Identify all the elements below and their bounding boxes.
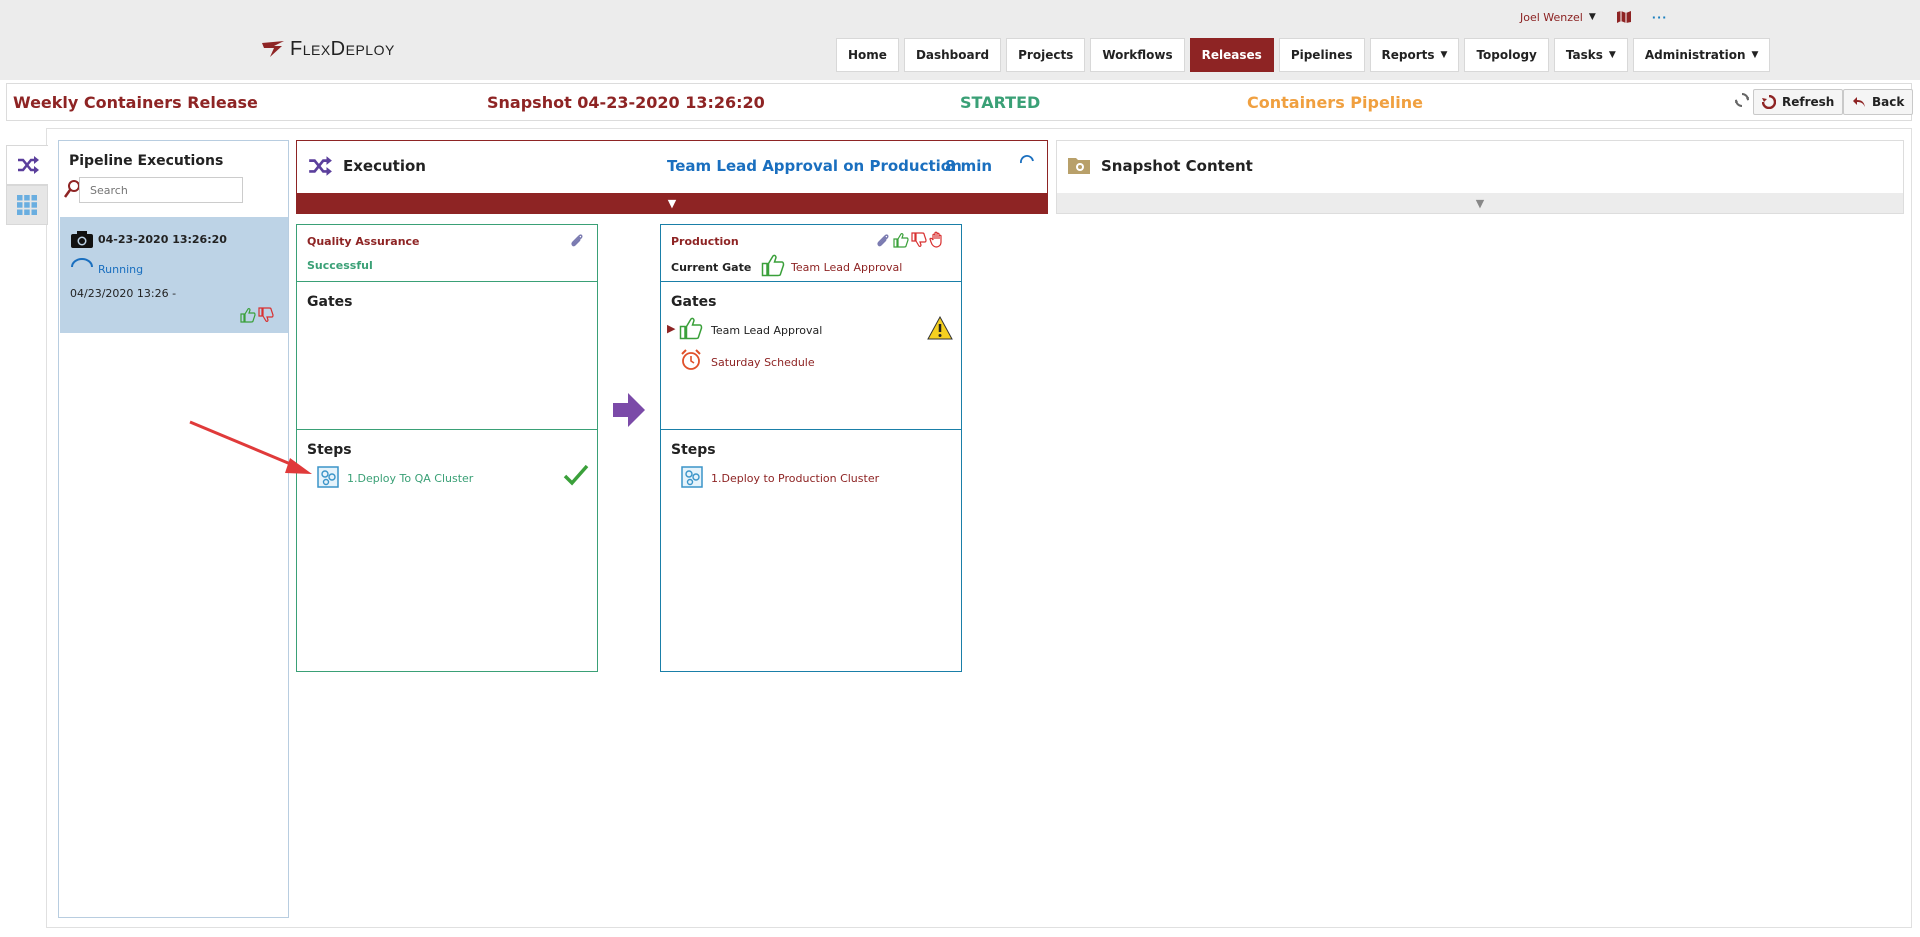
pipeline-executions-panel: Pipeline Executions 04-23-2020 13:26:20 … bbox=[58, 140, 289, 918]
nav-pipelines[interactable]: Pipelines bbox=[1278, 38, 1365, 72]
execution-label: Execution bbox=[343, 157, 426, 175]
execution-header: Execution Team Lead Approval on Producti… bbox=[296, 140, 1048, 214]
tab-grid-view[interactable] bbox=[6, 185, 48, 225]
thumbs-up-icon[interactable] bbox=[240, 307, 256, 323]
back-button[interactable]: Back bbox=[1843, 89, 1914, 115]
thumbs-up-icon bbox=[679, 317, 703, 340]
paperclip-icon[interactable] bbox=[875, 233, 891, 249]
shuffle-icon bbox=[309, 156, 332, 176]
grid-icon bbox=[17, 195, 37, 215]
warning-icon bbox=[927, 316, 953, 340]
execution-item[interactable]: 04-23-2020 13:26:20 Running 04/23/2020 1… bbox=[60, 217, 288, 333]
stage-name: Quality Assurance bbox=[307, 235, 420, 248]
stage-name: Production bbox=[671, 235, 739, 248]
stage-quality-assurance: Quality Assurance Successful Gates Steps… bbox=[296, 224, 598, 672]
chevron-down-icon: ▼ bbox=[1440, 50, 1448, 60]
nav-releases[interactable]: Releases bbox=[1189, 38, 1274, 72]
back-arrow-icon bbox=[1853, 97, 1865, 107]
stage-steps-section: Steps 1.Deploy To QA Cluster bbox=[297, 429, 597, 671]
snapshot-content-label: Snapshot Content bbox=[1101, 157, 1253, 175]
more-dots-icon[interactable]: ··· bbox=[1652, 11, 1668, 24]
gates-title: Gates bbox=[307, 294, 353, 310]
user-menu[interactable]: Joel Wenzel ▼ ··· bbox=[1520, 10, 1667, 24]
annotation-arrow bbox=[189, 420, 312, 474]
stage-steps-section: Steps 1.Deploy to Production Cluster bbox=[661, 429, 961, 671]
chevron-down-icon: ▼ bbox=[1751, 50, 1759, 60]
checkmark-icon bbox=[563, 464, 589, 486]
gate-name[interactable]: Saturday Schedule bbox=[711, 356, 815, 369]
stage-flow-arrow bbox=[613, 393, 645, 427]
chevron-down-icon: ▼ bbox=[1588, 12, 1596, 22]
step-name[interactable]: 1.Deploy To QA Cluster bbox=[347, 472, 473, 485]
alarm-clock-icon bbox=[681, 349, 701, 370]
camera-icon bbox=[71, 231, 93, 248]
nav-reports[interactable]: Reports ▼ bbox=[1369, 38, 1460, 72]
nav-tasks[interactable]: Tasks ▼ bbox=[1553, 38, 1628, 72]
spinner-icon bbox=[71, 258, 93, 268]
thumbs-up-icon[interactable] bbox=[893, 232, 909, 248]
view-tabs bbox=[6, 145, 48, 225]
hand-stop-icon[interactable] bbox=[929, 231, 945, 248]
paperclip-icon[interactable] bbox=[569, 233, 585, 249]
nav-workflows[interactable]: Workflows bbox=[1090, 38, 1185, 72]
nav-dashboard[interactable]: Dashboard bbox=[903, 38, 1002, 72]
nav-topology[interactable]: Topology bbox=[1464, 38, 1549, 72]
current-gate-label: Current Gate bbox=[671, 261, 752, 274]
pipeline-name: Containers Pipeline bbox=[1247, 93, 1424, 112]
main-nav: Home Dashboard Projects Workflows Releas… bbox=[836, 38, 1771, 72]
user-name: Joel Wenzel bbox=[1520, 10, 1583, 24]
release-title: Weekly Containers Release bbox=[13, 93, 258, 112]
step-name[interactable]: 1.Deploy to Production Cluster bbox=[711, 472, 879, 485]
current-gate-value: Team Lead Approval bbox=[791, 261, 903, 274]
stage-status: Successful bbox=[307, 259, 373, 272]
release-status: STARTED bbox=[960, 93, 1041, 112]
sync-icon[interactable] bbox=[1735, 92, 1749, 108]
tab-pipeline-view[interactable] bbox=[6, 145, 48, 185]
caret-right-icon: ▶ bbox=[667, 322, 676, 335]
thumbs-down-icon[interactable] bbox=[258, 307, 274, 323]
stage-production: Production Current Gate Team Lead Approv… bbox=[660, 224, 962, 672]
panel-title: Pipeline Executions bbox=[69, 153, 224, 169]
nav-administration[interactable]: Administration ▼ bbox=[1632, 38, 1771, 72]
execution-date: 04-23-2020 13:26:20 bbox=[98, 233, 227, 246]
snapshot-content-icon bbox=[1068, 158, 1090, 174]
stage-gates-section: Gates ▶ Team Lead Approval Saturday Sche… bbox=[661, 281, 961, 429]
cluster-step-icon bbox=[681, 466, 703, 488]
snapshot-expand-bar[interactable]: ▼ bbox=[1057, 193, 1903, 213]
release-header: Weekly Containers Release Snapshot 04-23… bbox=[6, 83, 1914, 121]
brand-name: FlexDeploy bbox=[290, 37, 395, 60]
nav-home[interactable]: Home bbox=[836, 38, 899, 72]
stage-header: Production Current Gate Team Lead Approv… bbox=[661, 225, 961, 281]
execution-time: 04/23/2020 13:26 - bbox=[70, 287, 177, 300]
steps-title: Steps bbox=[671, 442, 716, 458]
execution-expand-bar[interactable]: ▼ bbox=[297, 193, 1047, 213]
chevron-down-icon: ▼ bbox=[1608, 50, 1616, 60]
map-icon[interactable] bbox=[1616, 10, 1632, 24]
refresh-button[interactable]: Refresh bbox=[1753, 89, 1844, 115]
snapshot-content-header: Snapshot Content ▼ bbox=[1056, 140, 1904, 214]
execution-duration: 8 min bbox=[945, 157, 993, 175]
thumbs-down-icon[interactable] bbox=[911, 232, 927, 248]
flexdeploy-logo-icon bbox=[262, 41, 284, 57]
gate-name[interactable]: Team Lead Approval bbox=[711, 324, 822, 337]
stage-header: Quality Assurance Successful bbox=[297, 225, 597, 281]
nav-projects[interactable]: Projects bbox=[1006, 38, 1086, 72]
shuffle-icon bbox=[17, 156, 39, 174]
chevron-down-icon: ▼ bbox=[667, 196, 677, 210]
chevron-down-icon: ▼ bbox=[1475, 196, 1485, 210]
gates-title: Gates bbox=[671, 294, 717, 310]
thumbs-up-icon bbox=[761, 254, 785, 277]
execution-state: Running bbox=[98, 263, 144, 276]
snapshot-title: Snapshot 04-23-2020 13:26:20 bbox=[487, 93, 765, 112]
search-input[interactable] bbox=[79, 177, 243, 203]
flexdeploy-logo[interactable]: FlexDeploy bbox=[260, 34, 395, 64]
stage-gates-section: Gates bbox=[297, 281, 597, 429]
cluster-step-icon bbox=[317, 466, 339, 488]
spinner-icon bbox=[1020, 155, 1034, 164]
refresh-icon bbox=[1762, 95, 1776, 109]
current-gate-title: Team Lead Approval on Production bbox=[667, 157, 962, 175]
